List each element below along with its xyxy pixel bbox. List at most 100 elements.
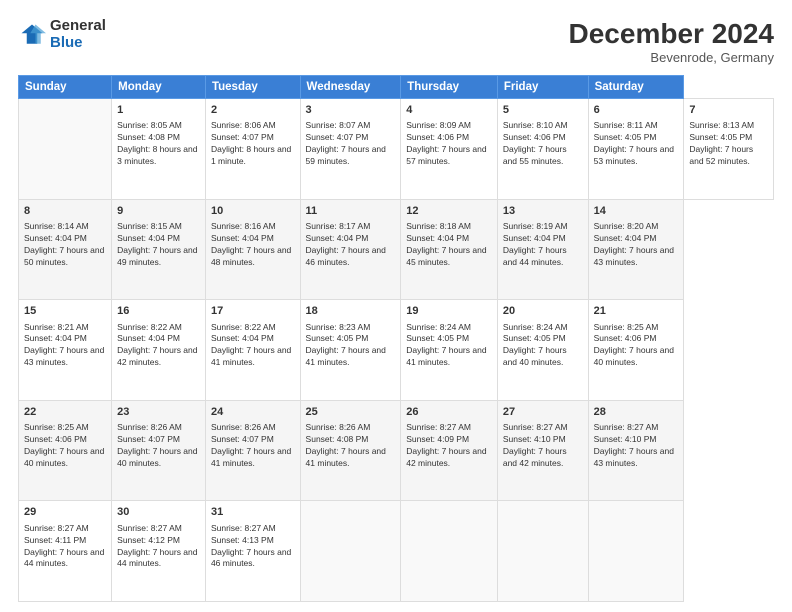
table-row: 19Sunrise: 8:24 AMSunset: 4:05 PMDayligh… — [401, 300, 498, 401]
table-row: 28Sunrise: 8:27 AMSunset: 4:10 PMDayligh… — [588, 400, 684, 501]
daylight-text: Daylight: 7 hours and 42 minutes. — [117, 345, 200, 369]
sunset-text: Sunset: 4:07 PM — [117, 434, 200, 446]
sunrise-text: Sunrise: 8:25 AM — [24, 422, 106, 434]
sunrise-text: Sunrise: 8:05 AM — [117, 120, 200, 132]
table-row: 18Sunrise: 8:23 AMSunset: 4:05 PMDayligh… — [300, 300, 401, 401]
day-number: 15 — [24, 304, 106, 319]
daylight-text: Daylight: 7 hours and 40 minutes. — [24, 446, 106, 470]
sunrise-text: Sunrise: 8:26 AM — [117, 422, 200, 434]
table-row: 13Sunrise: 8:19 AMSunset: 4:04 PMDayligh… — [497, 199, 588, 300]
calendar-table: Sunday Monday Tuesday Wednesday Thursday… — [18, 75, 774, 602]
logo-text: General Blue — [50, 18, 106, 51]
day-number: 1 — [117, 103, 200, 118]
daylight-text: Daylight: 7 hours and 41 minutes. — [211, 446, 295, 470]
day-number: 13 — [503, 204, 583, 219]
location: Bevenrode, Germany — [569, 50, 774, 65]
daylight-text: Daylight: 7 hours and 44 minutes. — [24, 547, 106, 571]
daylight-text: Daylight: 7 hours and 45 minutes. — [406, 245, 492, 269]
table-row: 12Sunrise: 8:18 AMSunset: 4:04 PMDayligh… — [401, 199, 498, 300]
table-row: 6Sunrise: 8:11 AMSunset: 4:05 PMDaylight… — [588, 99, 684, 200]
logo-blue-text: Blue — [50, 35, 106, 52]
day-number: 8 — [24, 204, 106, 219]
table-row: 10Sunrise: 8:16 AMSunset: 4:04 PMDayligh… — [205, 199, 300, 300]
sunset-text: Sunset: 4:05 PM — [503, 333, 583, 345]
sunrise-text: Sunrise: 8:22 AM — [117, 322, 200, 334]
table-row: 7Sunrise: 8:13 AMSunset: 4:05 PMDaylight… — [684, 99, 774, 200]
calendar-week-row: 22Sunrise: 8:25 AMSunset: 4:06 PMDayligh… — [19, 400, 774, 501]
day-number: 11 — [306, 204, 396, 219]
header: General Blue December 2024 Bevenrode, Ge… — [18, 18, 774, 65]
daylight-text: Daylight: 7 hours and 41 minutes. — [306, 345, 396, 369]
sunset-text: Sunset: 4:05 PM — [689, 132, 768, 144]
calendar-week-row: 1Sunrise: 8:05 AMSunset: 4:08 PMDaylight… — [19, 99, 774, 200]
table-row: 29Sunrise: 8:27 AMSunset: 4:11 PMDayligh… — [19, 501, 112, 602]
day-number: 7 — [689, 103, 768, 118]
sunset-text: Sunset: 4:04 PM — [594, 233, 679, 245]
sunset-text: Sunset: 4:13 PM — [211, 535, 295, 547]
table-row — [300, 501, 401, 602]
sunrise-text: Sunrise: 8:23 AM — [306, 322, 396, 334]
sunset-text: Sunset: 4:06 PM — [24, 434, 106, 446]
sunrise-text: Sunrise: 8:27 AM — [406, 422, 492, 434]
sunrise-text: Sunrise: 8:16 AM — [211, 221, 295, 233]
day-number: 14 — [594, 204, 679, 219]
sunset-text: Sunset: 4:04 PM — [24, 233, 106, 245]
table-row: 20Sunrise: 8:24 AMSunset: 4:05 PMDayligh… — [497, 300, 588, 401]
daylight-text: Daylight: 7 hours and 44 minutes. — [117, 547, 200, 571]
daylight-text: Daylight: 7 hours and 48 minutes. — [211, 245, 295, 269]
day-number: 20 — [503, 304, 583, 319]
daylight-text: Daylight: 7 hours and 52 minutes. — [689, 144, 768, 168]
table-row: 23 Sunrise: 8:26 AMSunset: 4:07 PMDayligh… — [112, 400, 206, 501]
daylight-text: Daylight: 7 hours and 46 minutes. — [211, 547, 295, 571]
sunset-text: Sunset: 4:11 PM — [24, 535, 106, 547]
logo-icon — [18, 21, 46, 49]
sunset-text: Sunset: 4:04 PM — [406, 233, 492, 245]
sunset-text: Sunset: 4:07 PM — [211, 434, 295, 446]
table-row: 8Sunrise: 8:14 AMSunset: 4:04 PMDaylight… — [19, 199, 112, 300]
day-number: 31 — [211, 505, 295, 520]
daylight-text: Daylight: 7 hours and 41 minutes. — [306, 446, 396, 470]
day-number: 16 — [117, 304, 200, 319]
day-number: 26 — [406, 405, 492, 420]
day-number: 12 — [406, 204, 492, 219]
daylight-text: Daylight: 7 hours and 41 minutes. — [406, 345, 492, 369]
sunrise-text: Sunrise: 8:06 AM — [211, 120, 295, 132]
day-number: 23 — [117, 405, 200, 420]
sunset-text: Sunset: 4:09 PM — [406, 434, 492, 446]
sunset-text: Sunset: 4:04 PM — [117, 333, 200, 345]
sunrise-text: Sunrise: 8:27 AM — [24, 523, 106, 535]
daylight-text: Daylight: 7 hours and 40 minutes. — [117, 446, 200, 470]
col-thursday: Thursday — [401, 76, 498, 99]
daylight-text: Daylight: 7 hours and 43 minutes. — [594, 245, 679, 269]
day-number: 17 — [211, 304, 295, 319]
calendar-header-row: Sunday Monday Tuesday Wednesday Thursday… — [19, 76, 774, 99]
sunset-text: Sunset: 4:05 PM — [306, 333, 396, 345]
daylight-text: Daylight: 7 hours and 49 minutes. — [117, 245, 200, 269]
table-row: 26 Sunrise: 8:27 AMSunset: 4:09 PMDayligh… — [401, 400, 498, 501]
table-row: 15Sunrise: 8:21 AMSunset: 4:04 PMDayligh… — [19, 300, 112, 401]
sunset-text: Sunset: 4:05 PM — [594, 132, 679, 144]
sunset-text: Sunset: 4:04 PM — [306, 233, 396, 245]
table-row: 9Sunrise: 8:15 AMSunset: 4:04 PMDaylight… — [112, 199, 206, 300]
table-row: 17Sunrise: 8:22 AMSunset: 4:04 PMDayligh… — [205, 300, 300, 401]
daylight-text: Daylight: 7 hours and 40 minutes. — [594, 345, 679, 369]
col-wednesday: Wednesday — [300, 76, 401, 99]
table-row: 1Sunrise: 8:05 AMSunset: 4:08 PMDaylight… — [112, 99, 206, 200]
sunrise-text: Sunrise: 8:19 AM — [503, 221, 583, 233]
sunset-text: Sunset: 4:06 PM — [503, 132, 583, 144]
sunrise-text: Sunrise: 8:27 AM — [503, 422, 583, 434]
col-sunday: Sunday — [19, 76, 112, 99]
sunset-text: Sunset: 4:12 PM — [117, 535, 200, 547]
title-section: December 2024 Bevenrode, Germany — [569, 18, 774, 65]
day-number: 6 — [594, 103, 679, 118]
sunrise-text: Sunrise: 8:07 AM — [306, 120, 396, 132]
daylight-text: Daylight: 7 hours and 43 minutes. — [594, 446, 679, 470]
daylight-text: Daylight: 7 hours and 42 minutes. — [406, 446, 492, 470]
sunrise-text: Sunrise: 8:24 AM — [406, 322, 492, 334]
table-row — [497, 501, 588, 602]
table-row: 11Sunrise: 8:17 AMSunset: 4:04 PMDayligh… — [300, 199, 401, 300]
sunset-text: Sunset: 4:05 PM — [406, 333, 492, 345]
sunset-text: Sunset: 4:06 PM — [594, 333, 679, 345]
calendar-week-row: 8Sunrise: 8:14 AMSunset: 4:04 PMDaylight… — [19, 199, 774, 300]
daylight-text: Daylight: 8 hours and 1 minute. — [211, 144, 295, 168]
